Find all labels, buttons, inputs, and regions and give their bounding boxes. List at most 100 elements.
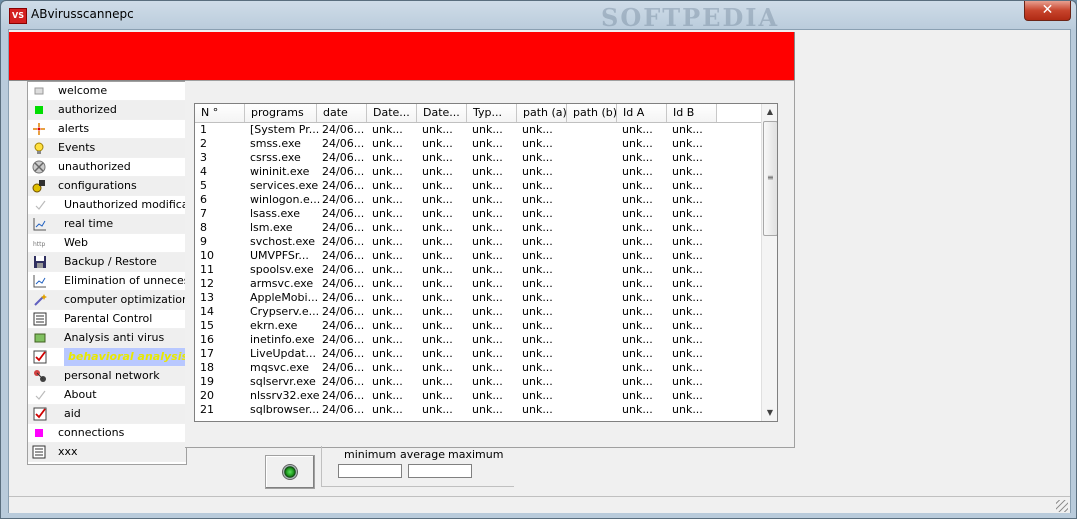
table-cell: 24/06...: [322, 151, 365, 164]
table-cell: unk...: [672, 263, 703, 276]
scroll-thumb[interactable]: ≡: [763, 121, 777, 236]
green-rect-icon: [33, 331, 47, 345]
table-row[interactable]: 13 AppleMobi... 24/06... unk... unk... unk...…: [195, 291, 761, 305]
sidebar-item[interactable]: aid: [28, 405, 186, 424]
table-cell: unk...: [672, 347, 703, 360]
table-row[interactable]: 2 smss.exe 24/06... unk... unk... unk... unk..…: [195, 137, 761, 151]
table-row[interactable]: 12 armsvc.exe 24/06... unk... unk... unk... un…: [195, 277, 761, 291]
table-cell: unk...: [372, 221, 403, 234]
sidebar-item[interactable]: Analysis anti virus: [28, 329, 186, 348]
table-cell: unk...: [672, 123, 703, 136]
table-row[interactable]: 6 winlogon.e... 24/06... unk... unk... unk...…: [195, 193, 761, 207]
table-cell: 7: [200, 207, 207, 220]
vertical-scrollbar[interactable]: ▲ ≡ ▼: [761, 104, 777, 421]
table-cell: unk...: [372, 389, 403, 402]
column-header[interactable]: date: [317, 104, 367, 122]
column-header[interactable]: Id A: [617, 104, 667, 122]
table-header: N ° programs date Date... Date... Typ... path …: [195, 104, 761, 123]
sidebar-item[interactable]: Backup / Restore: [28, 253, 186, 272]
table-cell: unk...: [522, 319, 553, 332]
sidebar-item[interactable]: Events: [28, 139, 186, 158]
table-cell: wininit.exe: [250, 165, 310, 178]
table-cell: 1: [200, 123, 207, 136]
start-scan-button[interactable]: [265, 455, 315, 489]
scroll-down-arrow-icon[interactable]: ▼: [762, 405, 777, 421]
sidebar-item[interactable]: configurations: [28, 177, 186, 196]
table-cell: unk...: [672, 165, 703, 178]
table-cell: unk...: [622, 123, 653, 136]
table-row[interactable]: 18 mqsvc.exe 24/06... unk... unk... unk... unk…: [195, 361, 761, 375]
column-header[interactable]: Id B: [667, 104, 717, 122]
table-row[interactable]: 10 UMVPFSr... 24/06... unk... unk... unk... un…: [195, 249, 761, 263]
sidebar-item[interactable]: xxx: [28, 443, 186, 462]
table-row[interactable]: 11 spoolsv.exe 24/06... unk... unk... unk... u…: [195, 263, 761, 277]
table-cell: unk...: [522, 249, 553, 262]
app-icon[interactable]: VS: [9, 8, 27, 24]
wand-icon: [33, 293, 47, 307]
table-row[interactable]: 9 svchost.exe 24/06... unk... unk... unk... un…: [195, 235, 761, 249]
table-cell: unk...: [422, 235, 453, 248]
table-row[interactable]: 4 wininit.exe 24/06... unk... unk... unk... un…: [195, 165, 761, 179]
column-header[interactable]: Date...: [367, 104, 417, 122]
sidebar-item[interactable]: Parental Control: [28, 310, 186, 329]
table-row[interactable]: 1 [System Pr... 24/06... unk... unk... unk...…: [195, 123, 761, 137]
sidebar-item[interactable]: personal network: [28, 367, 186, 386]
close-button[interactable]: ✕: [1024, 1, 1071, 21]
table-row[interactable]: 5 services.exe 24/06... unk... unk... unk... u…: [195, 179, 761, 193]
table-row[interactable]: 7 lsass.exe 24/06... unk... unk... unk... unk.…: [195, 207, 761, 221]
sidebar-item[interactable]: leave: [28, 462, 186, 464]
sidebar-item-label: Events: [58, 141, 96, 154]
table-cell: unk...: [522, 137, 553, 150]
column-header[interactable]: Typ...: [467, 104, 517, 122]
table-cell: 5: [200, 179, 207, 192]
title-bar[interactable]: VS ABvirusscannepc SOFTPEDIA ✕: [1, 1, 1076, 32]
table-cell: unk...: [622, 361, 653, 374]
column-header[interactable]: path (b): [567, 104, 617, 122]
maximum-field[interactable]: [408, 464, 472, 478]
table-row[interactable]: 14 Crypserv.e... 24/06... unk... unk... unk..…: [195, 305, 761, 319]
http-icon: http: [33, 236, 47, 250]
column-header[interactable]: programs: [245, 104, 317, 122]
table-cell: 9: [200, 235, 207, 248]
column-header[interactable]: N °: [195, 104, 245, 122]
table-cell: unk...: [472, 333, 503, 346]
sidebar-item[interactable]: authorized: [28, 101, 186, 120]
table-cell: unk...: [522, 333, 553, 346]
table-cell: 24/06...: [322, 263, 365, 276]
table-row[interactable]: 17 LiveUpdat... 24/06... unk... unk... unk...…: [195, 347, 761, 361]
table-cell: 24/06...: [322, 305, 365, 318]
scroll-up-arrow-icon[interactable]: ▲: [762, 104, 777, 120]
table-cell: unk...: [372, 361, 403, 374]
table-row[interactable]: 15 ekrn.exe 24/06... unk... unk... unk... unk.…: [195, 319, 761, 333]
sidebar-item[interactable]: behavioral analysis: [28, 348, 186, 367]
sidebar-item[interactable]: About: [28, 386, 186, 405]
table-cell: 24/06...: [322, 137, 365, 150]
sidebar-item[interactable]: Unauthorized modifications: [28, 196, 186, 215]
table-row[interactable]: 20 nlssrv32.exe 24/06... unk... unk... unk...…: [195, 389, 761, 403]
column-header[interactable]: Date...: [417, 104, 467, 122]
sidebar-item[interactable]: connections: [28, 424, 186, 443]
sidebar-item[interactable]: real time: [28, 215, 186, 234]
table-row[interactable]: 19 sqlservr.exe 24/06... unk... unk... unk...…: [195, 375, 761, 389]
table-cell: unk...: [422, 221, 453, 234]
table-cell: sqlbrowser...: [250, 403, 320, 416]
sidebar-item[interactable]: computer optimization: [28, 291, 186, 310]
sidebar-item[interactable]: welcome: [28, 82, 186, 101]
table-cell: unk...: [622, 263, 653, 276]
minimum-field[interactable]: [338, 464, 402, 478]
table-row[interactable]: 8 lsm.exe 24/06... unk... unk... unk... unk...…: [195, 221, 761, 235]
table-cell: unk...: [422, 403, 453, 416]
sidebar-item[interactable]: Elimination of unnecessary: [28, 272, 186, 291]
table-cell: unk...: [622, 291, 653, 304]
sidebar-item[interactable]: http Web: [28, 234, 186, 253]
table-row[interactable]: 3 csrss.exe 24/06... unk... unk... unk... unk.…: [195, 151, 761, 165]
table-cell: unk...: [622, 221, 653, 234]
table-cell: unk...: [672, 193, 703, 206]
column-header[interactable]: path (a): [517, 104, 567, 122]
sidebar-item[interactable]: unauthorized: [28, 158, 186, 177]
lightbulb-icon: [32, 141, 46, 155]
sidebar-item[interactable]: alerts: [28, 120, 186, 139]
table-row[interactable]: 16 inetinfo.exe 24/06... unk... unk... unk...…: [195, 333, 761, 347]
table-row[interactable]: 21 sqlbrowser... 24/06... unk... unk... unk..…: [195, 403, 761, 417]
resize-grip-icon[interactable]: [1056, 500, 1068, 512]
